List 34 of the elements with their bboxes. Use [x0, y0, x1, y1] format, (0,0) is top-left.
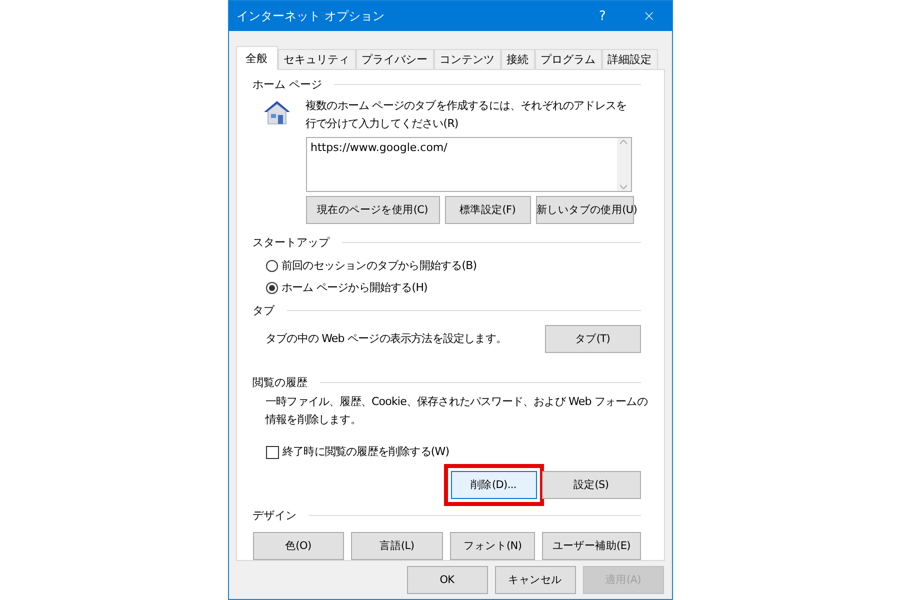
- tab[interactable]: プログラム: [534, 49, 602, 70]
- dialog-button[interactable]: キャンセル: [494, 566, 576, 594]
- home-page-button[interactable]: 現在のページを使用(C): [306, 196, 440, 224]
- help-button[interactable]: ?: [580, 1, 626, 31]
- tab[interactable]: 全般: [236, 46, 278, 70]
- tab[interactable]: セキュリティ: [278, 49, 356, 70]
- tab[interactable]: 接続: [500, 49, 534, 70]
- home-page-instructions: 複数のホーム ページのタブを作成するには、それぞれのアドレスを行で分けて入力してください(R): [306, 98, 628, 132]
- radio-label: ホーム ページから開始する(H): [282, 280, 428, 296]
- radio-button[interactable]: [266, 260, 278, 272]
- home-page-button[interactable]: 標準設定(F): [444, 196, 530, 224]
- design-button[interactable]: フォント(N): [450, 532, 536, 560]
- checkbox[interactable]: [266, 446, 278, 459]
- tab[interactable]: プライバシー: [356, 49, 434, 70]
- checkbox-label: 終了時に閲覧の履歴を削除する(W): [282, 444, 450, 460]
- radio-button[interactable]: [266, 282, 278, 294]
- tabs-button[interactable]: タブ(T): [544, 324, 640, 353]
- tabs-description: タブの中の Web ページの表示方法を設定します。: [266, 330, 506, 347]
- tab[interactable]: 詳細設定: [602, 49, 658, 70]
- history-description: 一時ファイル、履歴、Cookie、保存されたパスワード、および Web フォームの情報を削除します。: [264, 394, 648, 428]
- design-button[interactable]: ユーザー補助(E): [542, 532, 640, 560]
- section-heading: ホーム ページ: [252, 77, 322, 92]
- radio-label: 前回のセッションのタブから開始する(B): [282, 258, 477, 274]
- design-button[interactable]: 言語(L): [350, 532, 443, 560]
- section-heading: タブ: [252, 302, 274, 318]
- window-title: インターネット オプション: [236, 8, 386, 24]
- house-icon: [262, 99, 292, 126]
- section-heading: スタートアップ: [252, 234, 330, 250]
- dialog-button[interactable]: OK: [406, 566, 488, 594]
- section-heading: 閲覧の履歴: [252, 374, 308, 390]
- history-button[interactable]: 設定(S): [542, 471, 640, 500]
- tab[interactable]: コンテンツ: [434, 49, 500, 70]
- design-button[interactable]: 色(O): [252, 532, 344, 560]
- section-heading: デザイン: [252, 508, 296, 524]
